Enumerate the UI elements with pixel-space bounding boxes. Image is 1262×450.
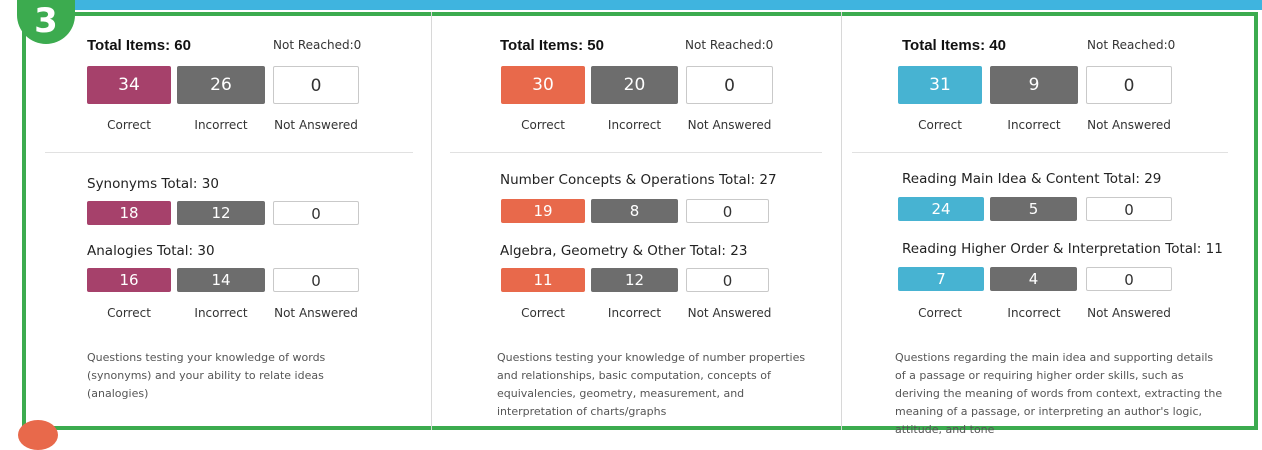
divider (852, 152, 1228, 153)
incorrect-label: Incorrect (1007, 306, 1061, 320)
subsection-title: Reading Higher Order & Interpretation To… (902, 241, 1223, 257)
sub-correct-count: 7 (898, 267, 984, 291)
correct-label: Correct (918, 118, 962, 132)
sub-not-answered-count: 0 (1086, 267, 1172, 291)
not-answered-count: 0 (1086, 66, 1172, 104)
incorrect-count: 9 (990, 66, 1078, 104)
incorrect-label: Incorrect (1007, 118, 1061, 132)
section-description: Questions regarding the main idea and su… (895, 351, 1223, 436)
not-answered-label: Not Answered (1087, 118, 1171, 132)
score-column-reading: Total Items: 40 Not Reached:0 31 9 0 Cor… (0, 0, 1262, 436)
correct-count: 31 (898, 66, 982, 104)
subsection-title: Reading Main Idea & Content Total: 29 (902, 171, 1162, 187)
not-answered-label: Not Answered (1087, 306, 1171, 320)
total-items: Total Items: 40 (902, 37, 1006, 54)
correct-label: Correct (918, 306, 962, 320)
sub-correct-count: 24 (898, 197, 984, 221)
sub-incorrect-count: 4 (990, 267, 1077, 291)
not-reached: Not Reached:0 (1087, 38, 1176, 52)
sub-not-answered-count: 0 (1086, 197, 1172, 221)
sub-incorrect-count: 5 (990, 197, 1077, 221)
